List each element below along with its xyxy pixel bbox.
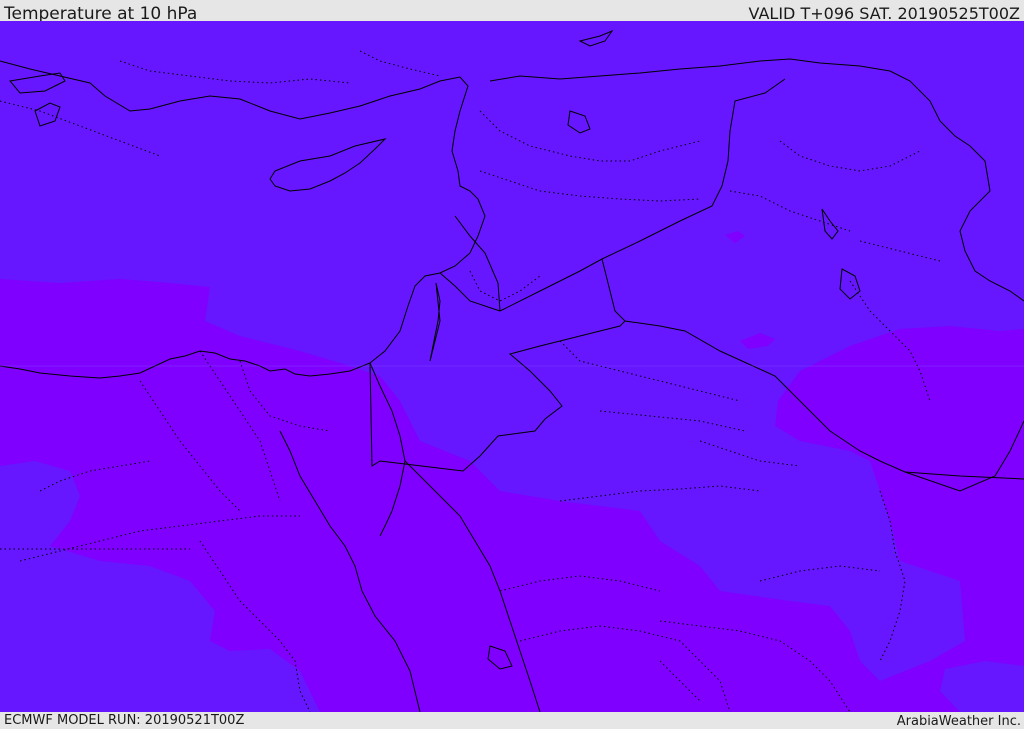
map-canvas[interactable] (0, 21, 1024, 712)
header-bar: Temperature at 10 hPa VALID T+096 SAT. 2… (0, 0, 1024, 24)
provider-label: ArabiaWeather Inc. (896, 714, 1021, 729)
model-run-label: ECMWF MODEL RUN: 20190521T00Z (4, 713, 245, 728)
weather-map-frame: Temperature at 10 hPa VALID T+096 SAT. 2… (0, 0, 1024, 729)
map-panel[interactable] (0, 21, 1024, 712)
footer-bar: ECMWF MODEL RUN: 20190521T00Z ArabiaWeat… (0, 712, 1024, 729)
